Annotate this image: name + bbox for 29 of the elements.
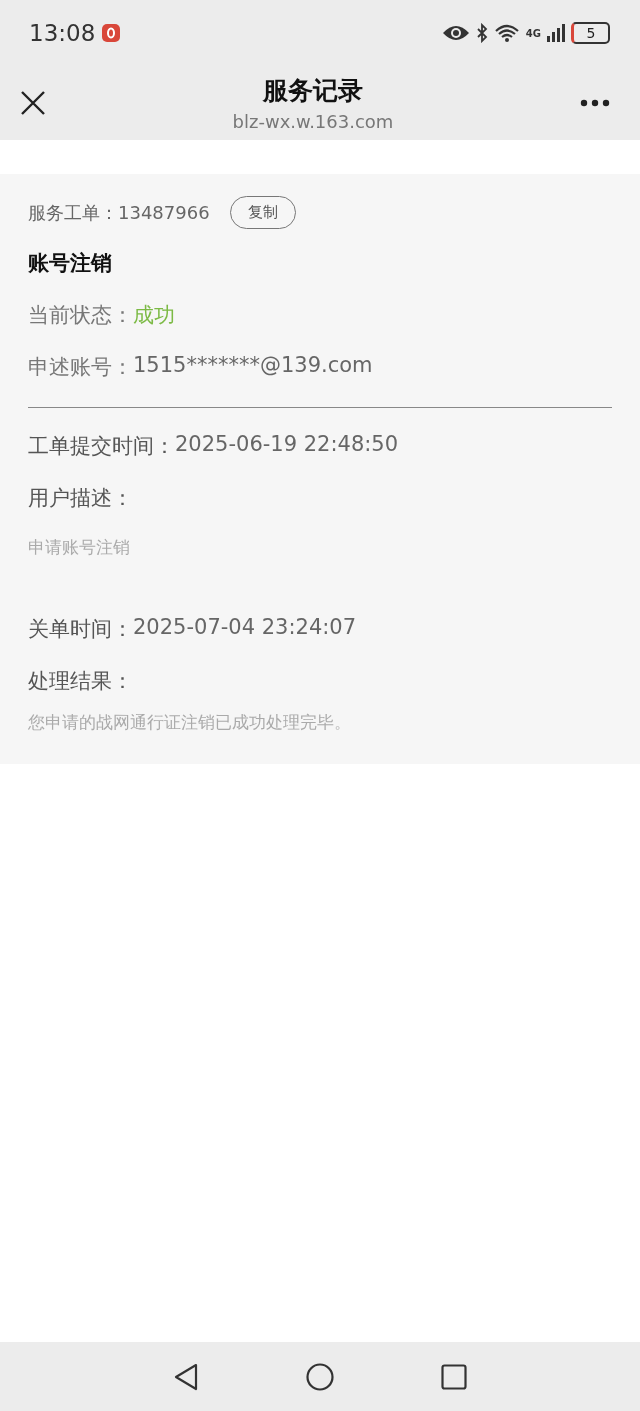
eye-icon xyxy=(441,24,470,42)
page-title: 服务记录 xyxy=(261,75,364,107)
bluetooth-icon xyxy=(475,23,488,43)
ticket-number: 服务工单：13487966 xyxy=(28,200,210,225)
back-icon[interactable] xyxy=(173,1362,199,1391)
field-label: 用户描述： xyxy=(28,485,133,512)
field-value: 2025-06-19 22:48:50 xyxy=(175,432,399,458)
network-type: 4G xyxy=(525,27,541,39)
result-text: 您申请的战网通行证注销已成功处理完毕。 xyxy=(28,711,352,734)
field-label: 工单提交时间： xyxy=(28,433,175,460)
page-url: blz-wx.w.163.com xyxy=(231,111,395,132)
field-label: 当前状态： xyxy=(28,302,133,329)
more-icon[interactable] xyxy=(580,99,610,107)
field-label: 关单时间： xyxy=(28,616,133,643)
notification-icon xyxy=(101,23,122,43)
home-icon[interactable] xyxy=(306,1362,334,1391)
status-time: 13:08 xyxy=(29,20,96,46)
field-label: 申述账号： xyxy=(28,354,133,381)
record-title: 账号注销 xyxy=(28,250,113,277)
description-text: 申请账号注销 xyxy=(28,536,131,559)
close-icon[interactable] xyxy=(20,90,46,116)
field-label: 处理结果： xyxy=(28,668,133,695)
signal-icon xyxy=(547,24,565,42)
recents-icon[interactable] xyxy=(441,1363,467,1390)
wifi-icon xyxy=(493,23,520,43)
field-value: 1515*******@139.com xyxy=(133,353,373,379)
field-value: 成功 xyxy=(133,302,175,329)
battery-indicator: 5 xyxy=(571,22,610,44)
field-value: 2025-07-04 23:24:07 xyxy=(133,615,357,641)
